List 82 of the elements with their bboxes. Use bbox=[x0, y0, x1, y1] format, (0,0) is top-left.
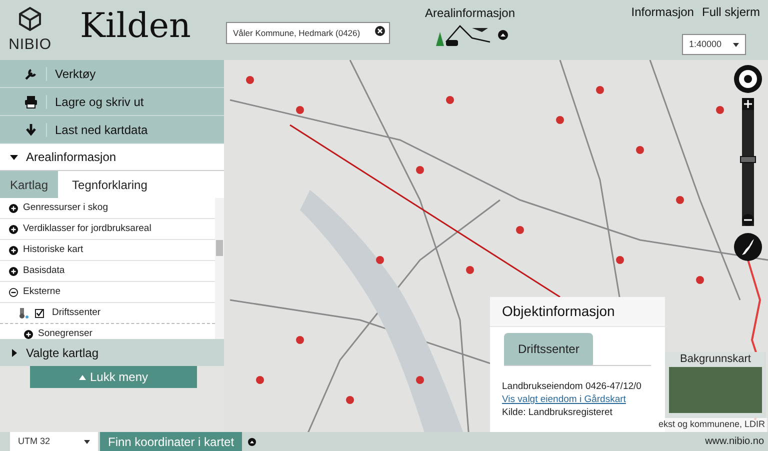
location-marker[interactable] bbox=[296, 106, 304, 114]
plus-circle-icon[interactable] bbox=[9, 246, 18, 254]
background-map-label: Bakgrunnskart bbox=[680, 352, 751, 367]
caret-right-icon bbox=[10, 348, 18, 356]
location-marker[interactable] bbox=[416, 166, 424, 174]
scrollbar[interactable] bbox=[215, 198, 224, 339]
location-marker[interactable] bbox=[596, 86, 604, 94]
header-link[interactable]: Full skjerm bbox=[702, 3, 760, 21]
location-marker[interactable] bbox=[416, 376, 424, 384]
layer-group[interactable]: Historiske kart bbox=[23, 242, 84, 258]
layer-group[interactable]: Sonegrenser bbox=[38, 327, 92, 339]
app-title: Kilden bbox=[80, 6, 192, 43]
layer-group[interactable]: Genressurser i skog bbox=[23, 200, 108, 216]
wrench-icon bbox=[24, 66, 38, 80]
menu-label: Last ned kartdata bbox=[55, 122, 148, 138]
close-menu-button[interactable]: Lukk meny bbox=[30, 366, 197, 388]
dropdown-caret-icon[interactable] bbox=[84, 440, 90, 444]
location-marker[interactable] bbox=[346, 396, 354, 404]
menu-item[interactable]: Lagre og skriv ut bbox=[0, 88, 224, 116]
menu-item[interactable]: Last ned kartdata bbox=[0, 116, 224, 144]
theme-title: Arealinformasjon bbox=[424, 5, 516, 22]
site-link[interactable]: www.nibio.no bbox=[705, 434, 764, 449]
layer-group[interactable]: Eksterne bbox=[23, 284, 60, 300]
location-marker[interactable] bbox=[556, 116, 564, 124]
menu-item[interactable]: Verktøy bbox=[0, 60, 224, 88]
arrow-down-icon bbox=[24, 122, 38, 136]
find-coordinates-button[interactable]: Finn koordinater i kartet bbox=[100, 432, 242, 451]
attribution-text: ekst og kommunene, LDIR bbox=[656, 418, 767, 432]
panel-title: Objektinformasjon bbox=[490, 297, 665, 327]
location-marker[interactable] bbox=[616, 256, 624, 264]
plus-circle-icon[interactable] bbox=[24, 330, 33, 339]
info-text: Kilde: Landbruksregisteret bbox=[502, 406, 612, 419]
search-field[interactable]: Våler Kommune, Hedmark (0426) bbox=[226, 22, 390, 44]
location-marker[interactable] bbox=[446, 96, 454, 104]
caret-up-icon bbox=[78, 374, 86, 380]
layer-checkbox[interactable] bbox=[35, 308, 44, 318]
location-marker[interactable] bbox=[676, 196, 684, 204]
location-marker[interactable] bbox=[376, 256, 384, 264]
zoom-handle[interactable] bbox=[740, 156, 756, 163]
map-drawing[interactable] bbox=[230, 60, 768, 432]
section-title: Valgte kartlag bbox=[26, 344, 98, 362]
zoom-in-icon[interactable] bbox=[742, 98, 754, 110]
location-marker[interactable] bbox=[516, 226, 524, 234]
section-header[interactable]: Arealinformasjon bbox=[0, 144, 224, 171]
location-marker[interactable] bbox=[246, 76, 254, 84]
panel-tab[interactable]: Driftssenter bbox=[504, 333, 594, 365]
section-header[interactable]: Valgte kartlag bbox=[0, 339, 224, 366]
dropdown-caret-icon[interactable] bbox=[733, 42, 739, 46]
location-marker[interactable] bbox=[636, 146, 644, 154]
layer-group[interactable]: Verdiklasser for jordbruksareal bbox=[23, 222, 152, 236]
section-title: Arealinformasjon bbox=[26, 149, 116, 166]
location-marker[interactable] bbox=[696, 276, 704, 284]
logo-icon bbox=[17, 6, 43, 32]
zoom-slider[interactable] bbox=[742, 98, 754, 226]
location-marker[interactable] bbox=[296, 336, 304, 344]
info-text: Landbrukseiendom 0426-47/12/0 bbox=[502, 380, 642, 393]
caret-down-icon bbox=[10, 153, 18, 161]
compass-icon[interactable] bbox=[733, 64, 763, 94]
property-link[interactable]: Vis valgt eiendom i Gårdskart bbox=[502, 393, 626, 406]
panel-tab[interactable]: Kartlag bbox=[0, 171, 58, 198]
menu-label: Lagre og skriv ut bbox=[55, 94, 144, 110]
plus-circle-icon[interactable] bbox=[9, 224, 18, 234]
location-marker[interactable] bbox=[256, 376, 264, 384]
layer-group[interactable]: Basisdata bbox=[23, 264, 65, 278]
location-marker[interactable] bbox=[466, 266, 474, 274]
scale-select[interactable]: 1:40000 bbox=[682, 34, 746, 55]
layer-name: Driftssenter bbox=[52, 306, 101, 320]
logo-text: NIBIO bbox=[8, 36, 52, 55]
minus-circle-icon[interactable] bbox=[9, 288, 18, 296]
zoom-out-icon[interactable] bbox=[742, 214, 754, 226]
header-link[interactable]: Informasjon bbox=[631, 3, 694, 21]
plus-circle-icon[interactable] bbox=[9, 204, 18, 212]
location-marker[interactable] bbox=[716, 106, 724, 114]
caret-up-icon[interactable] bbox=[248, 438, 256, 446]
projection-select[interactable]: UTM 32 bbox=[10, 432, 98, 451]
plus-circle-icon[interactable] bbox=[9, 266, 18, 276]
background-map-menu[interactable]: Bakgrunnskart bbox=[665, 352, 766, 418]
menu-label: Verktøy bbox=[55, 66, 96, 82]
caret-up-icon[interactable] bbox=[498, 30, 508, 40]
clear-icon[interactable] bbox=[375, 26, 385, 36]
tractor-icon bbox=[18, 307, 30, 319]
printer-icon bbox=[24, 94, 38, 108]
